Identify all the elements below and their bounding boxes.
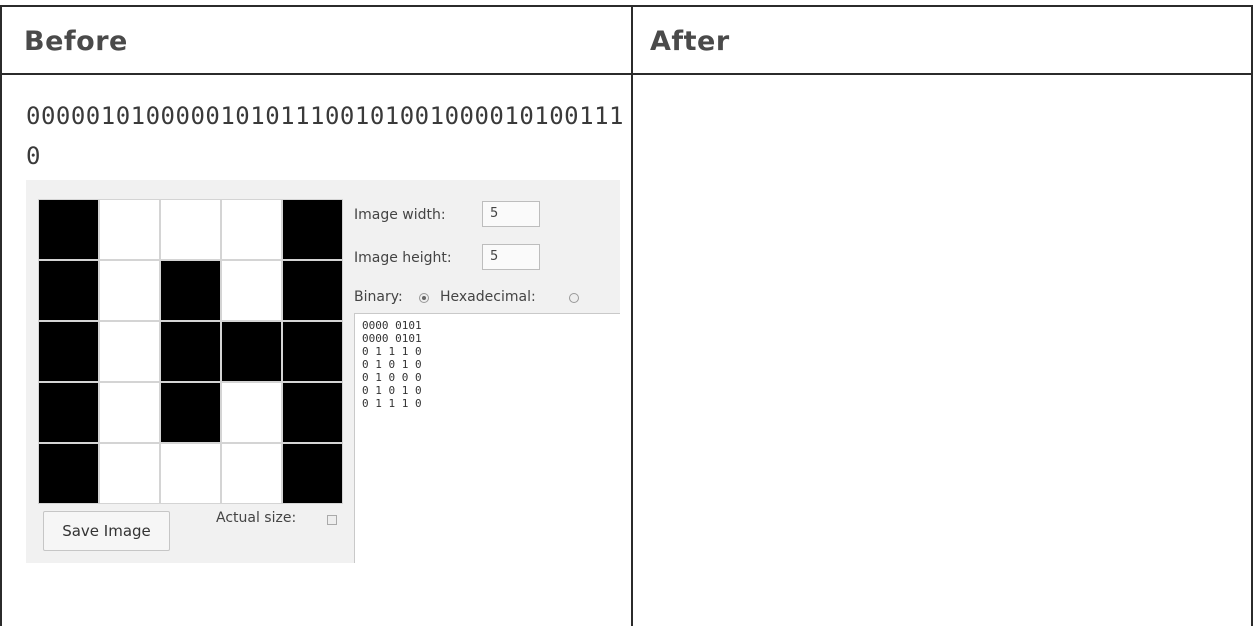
pixel-cell[interactable] [222,383,281,442]
after-header: After [650,26,730,57]
pixel-cell[interactable] [100,261,159,320]
pixel-cell[interactable] [283,261,342,320]
pixel-cell[interactable] [161,383,220,442]
pixel-cell[interactable] [39,261,98,320]
before-header: Before [24,26,128,57]
column-divider [631,5,633,626]
pixel-cell[interactable] [283,200,342,259]
output-line: 0 1 0 0 0 [362,371,422,384]
pixel-cell[interactable] [222,444,281,503]
pixel-cell[interactable] [222,261,281,320]
save-image-button[interactable]: Save Image [43,511,170,551]
image-width-input[interactable]: 5 [482,201,540,227]
pixel-cell[interactable] [161,261,220,320]
output-line: 0000 0101 [362,319,422,332]
binary-label: Binary: [354,289,403,305]
output-line: 0 1 0 1 0 [362,384,422,397]
pixel-cell[interactable] [100,444,159,503]
pixel-grid [38,199,343,504]
output-line: 0 1 1 1 0 [362,397,422,410]
actual-size-label: Actual size: [216,510,297,526]
output-textarea[interactable]: 0000 0101 0000 0101 0 1 1 1 00 1 0 1 00 1 … [354,313,620,563]
binary-radio[interactable] [419,293,429,303]
binary-string: 0000010100000101011100101001000010100111… [26,102,624,170]
pixel-cell[interactable] [161,200,220,259]
pixel-cell[interactable] [100,383,159,442]
pixel-cell[interactable] [39,322,98,381]
hexadecimal-radio[interactable] [569,293,579,303]
pixel-editor-screenshot: Image width: 5 Image height: 5 Binary: H… [26,180,620,563]
pixel-cell[interactable] [39,200,98,259]
pixel-cell[interactable] [39,444,98,503]
pixel-cell[interactable] [283,322,342,381]
actual-size-checkbox[interactable] [327,515,337,525]
pixel-cell[interactable] [222,200,281,259]
pixel-cell[interactable] [222,322,281,381]
header-bottom-border [0,73,1253,75]
table-top-border [0,5,1253,7]
pixel-cell[interactable] [100,322,159,381]
pixel-cell[interactable] [283,383,342,442]
output-line: 0 1 1 1 0 [362,345,422,358]
pixel-cell[interactable] [100,200,159,259]
pixel-cell[interactable] [39,383,98,442]
pixel-cell[interactable] [161,444,220,503]
image-width-label: Image width: [354,207,446,223]
hexadecimal-label: Hexadecimal: [440,289,536,305]
pixel-cell[interactable] [161,322,220,381]
image-height-input[interactable]: 5 [482,244,540,270]
pixel-cell[interactable] [283,444,342,503]
image-height-label: Image height: [354,250,452,266]
output-line: 0000 0101 [362,332,422,345]
table-left-border [0,5,2,626]
output-line: 0 1 0 1 0 [362,358,422,371]
comparison-table: Before After 000001010000010101110010100… [0,0,1253,626]
